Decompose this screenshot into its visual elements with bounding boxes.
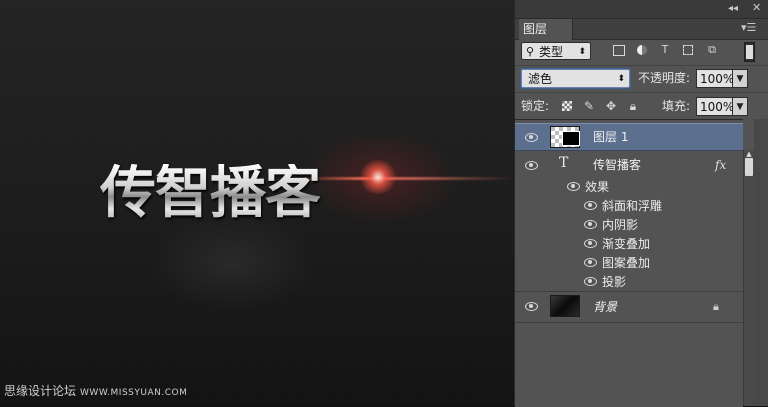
layer-name[interactable]: 传智播客 <box>593 157 641 173</box>
filter-toggle-switch[interactable] <box>744 42 755 62</box>
visibility-eye-icon[interactable] <box>583 258 597 268</box>
double-chevron-left-icon[interactable]: ◂◂ <box>728 3 738 15</box>
panel-tab-bar: 图层 ▾☰ <box>515 19 768 40</box>
effect-name: 图案叠加 <box>602 256 651 270</box>
layer-thumbnail <box>550 295 580 317</box>
filter-kind-select[interactable]: ⚲ 类型 ⬍ <box>521 42 591 60</box>
up-down-arrows-icon: ⬍ <box>617 74 625 84</box>
type-layer-icon: T <box>559 155 569 171</box>
adjustment-filter-icon[interactable] <box>635 43 649 57</box>
visibility-eye-icon[interactable] <box>583 277 597 287</box>
layer-thumbnail <box>550 126 580 148</box>
layer-row-background[interactable]: 背景 🔒︎ <box>515 292 743 322</box>
up-down-arrows-icon: ⬍ <box>578 47 586 57</box>
image-filter-icon[interactable] <box>612 43 626 57</box>
panel-right-edge <box>754 119 768 406</box>
effects-label: 效果 <box>585 180 610 194</box>
fx-icon[interactable]: fx <box>715 158 726 172</box>
effects-group[interactable]: 效果 <box>515 177 743 196</box>
search-icon: ⚲ <box>526 45 535 58</box>
tab-layers[interactable]: 图层 <box>519 19 573 40</box>
layer-row-text[interactable]: T 传智播客 fx <box>515 152 743 177</box>
layer-list: 图层 1 T 传智播客 fx 效果 斜面和浮雕 内阴影 渐变叠加 图案叠加 投影… <box>515 119 743 407</box>
scrollbar-thumb[interactable] <box>745 158 753 176</box>
watermark-text: 思缘设计论坛 <box>4 384 77 398</box>
visibility-eye-icon[interactable] <box>524 161 538 171</box>
lock-transparent-pixels-icon[interactable] <box>560 99 574 113</box>
chevron-down-icon[interactable]: ▼ <box>733 97 748 116</box>
effect-item[interactable]: 内阴影 <box>515 215 743 234</box>
scroll-up-icon[interactable]: ▲ <box>745 150 753 158</box>
effect-item[interactable]: 图案叠加 <box>515 253 743 272</box>
lock-image-pixels-icon[interactable]: ✎ <box>582 99 596 113</box>
lock-icon: 🔒︎ <box>713 300 719 313</box>
fill-label: 填充: <box>662 99 691 113</box>
layer-name[interactable]: 背景 <box>593 299 617 315</box>
panel-menu-icon[interactable]: ▾☰ <box>741 21 756 35</box>
panel-title-bar: ◂◂ ✕ <box>515 0 768 19</box>
visibility-eye-icon[interactable] <box>583 201 597 211</box>
watermark-url: WWW.MISSYUAN.COM <box>80 388 188 398</box>
type-filter-icon[interactable]: T <box>658 43 672 57</box>
layers-panel: ◂◂ ✕ 图层 ▾☰ ⚲ 类型 ⬍ T ⧉ 滤色 ⬍ 不透明度: 100% ▼ … <box>514 0 768 407</box>
effect-item[interactable]: 渐变叠加 <box>515 234 743 253</box>
document-canvas[interactable]: 传智播客 思缘设计论坛 WWW.MISSYUAN.COM <box>0 0 514 406</box>
blend-mode-value: 滤色 <box>528 72 553 86</box>
visibility-eye-icon[interactable] <box>524 133 538 143</box>
layer-list-scrollbar[interactable]: ▲ <box>743 150 754 406</box>
effect-name: 内阴影 <box>602 218 639 232</box>
effect-item[interactable]: 斜面和浮雕 <box>515 196 743 215</box>
layer-filter-row: ⚲ 类型 ⬍ T ⧉ <box>515 40 768 64</box>
effect-name: 渐变叠加 <box>602 237 651 251</box>
lens-flare-core <box>358 160 398 194</box>
chevron-down-icon[interactable]: ▼ <box>733 69 748 88</box>
fill-input[interactable]: 100% <box>696 97 734 116</box>
lens-flare-streak <box>300 177 514 180</box>
shape-filter-icon[interactable] <box>681 43 695 57</box>
visibility-eye-icon[interactable] <box>583 239 597 249</box>
effect-item[interactable]: 投影 <box>515 272 743 291</box>
lock-row: 锁定: ✎ ✥ 🔒︎ 填充: 100% ▼ <box>515 92 768 119</box>
lock-position-icon[interactable]: ✥ <box>604 99 618 113</box>
opacity-label: 不透明度: <box>638 71 691 85</box>
close-icon[interactable]: ✕ <box>752 2 761 14</box>
filter-kind-label: 类型 <box>539 45 564 59</box>
smart-object-filter-icon[interactable]: ⧉ <box>705 43 719 57</box>
blend-mode-select[interactable]: 滤色 ⬍ <box>521 69 630 88</box>
blend-row: 滤色 ⬍ 不透明度: 100% ▼ <box>515 65 768 92</box>
opacity-input[interactable]: 100% <box>696 69 734 88</box>
watermark: 思缘设计论坛 WWW.MISSYUAN.COM <box>4 383 187 401</box>
lock-all-icon[interactable]: 🔒︎ <box>626 99 640 113</box>
effect-name: 斜面和浮雕 <box>602 199 663 213</box>
visibility-eye-icon[interactable] <box>583 220 597 230</box>
lock-label: 锁定: <box>521 99 550 113</box>
effect-name: 投影 <box>602 275 627 289</box>
layer-divider <box>515 322 743 323</box>
layer-row-layer-1[interactable]: 图层 1 <box>515 123 743 151</box>
visibility-eye-icon[interactable] <box>524 302 538 312</box>
canvas-title-text: 传智播客 <box>100 161 321 226</box>
visibility-eye-icon[interactable] <box>566 182 580 192</box>
layer-name[interactable]: 图层 1 <box>593 129 628 145</box>
